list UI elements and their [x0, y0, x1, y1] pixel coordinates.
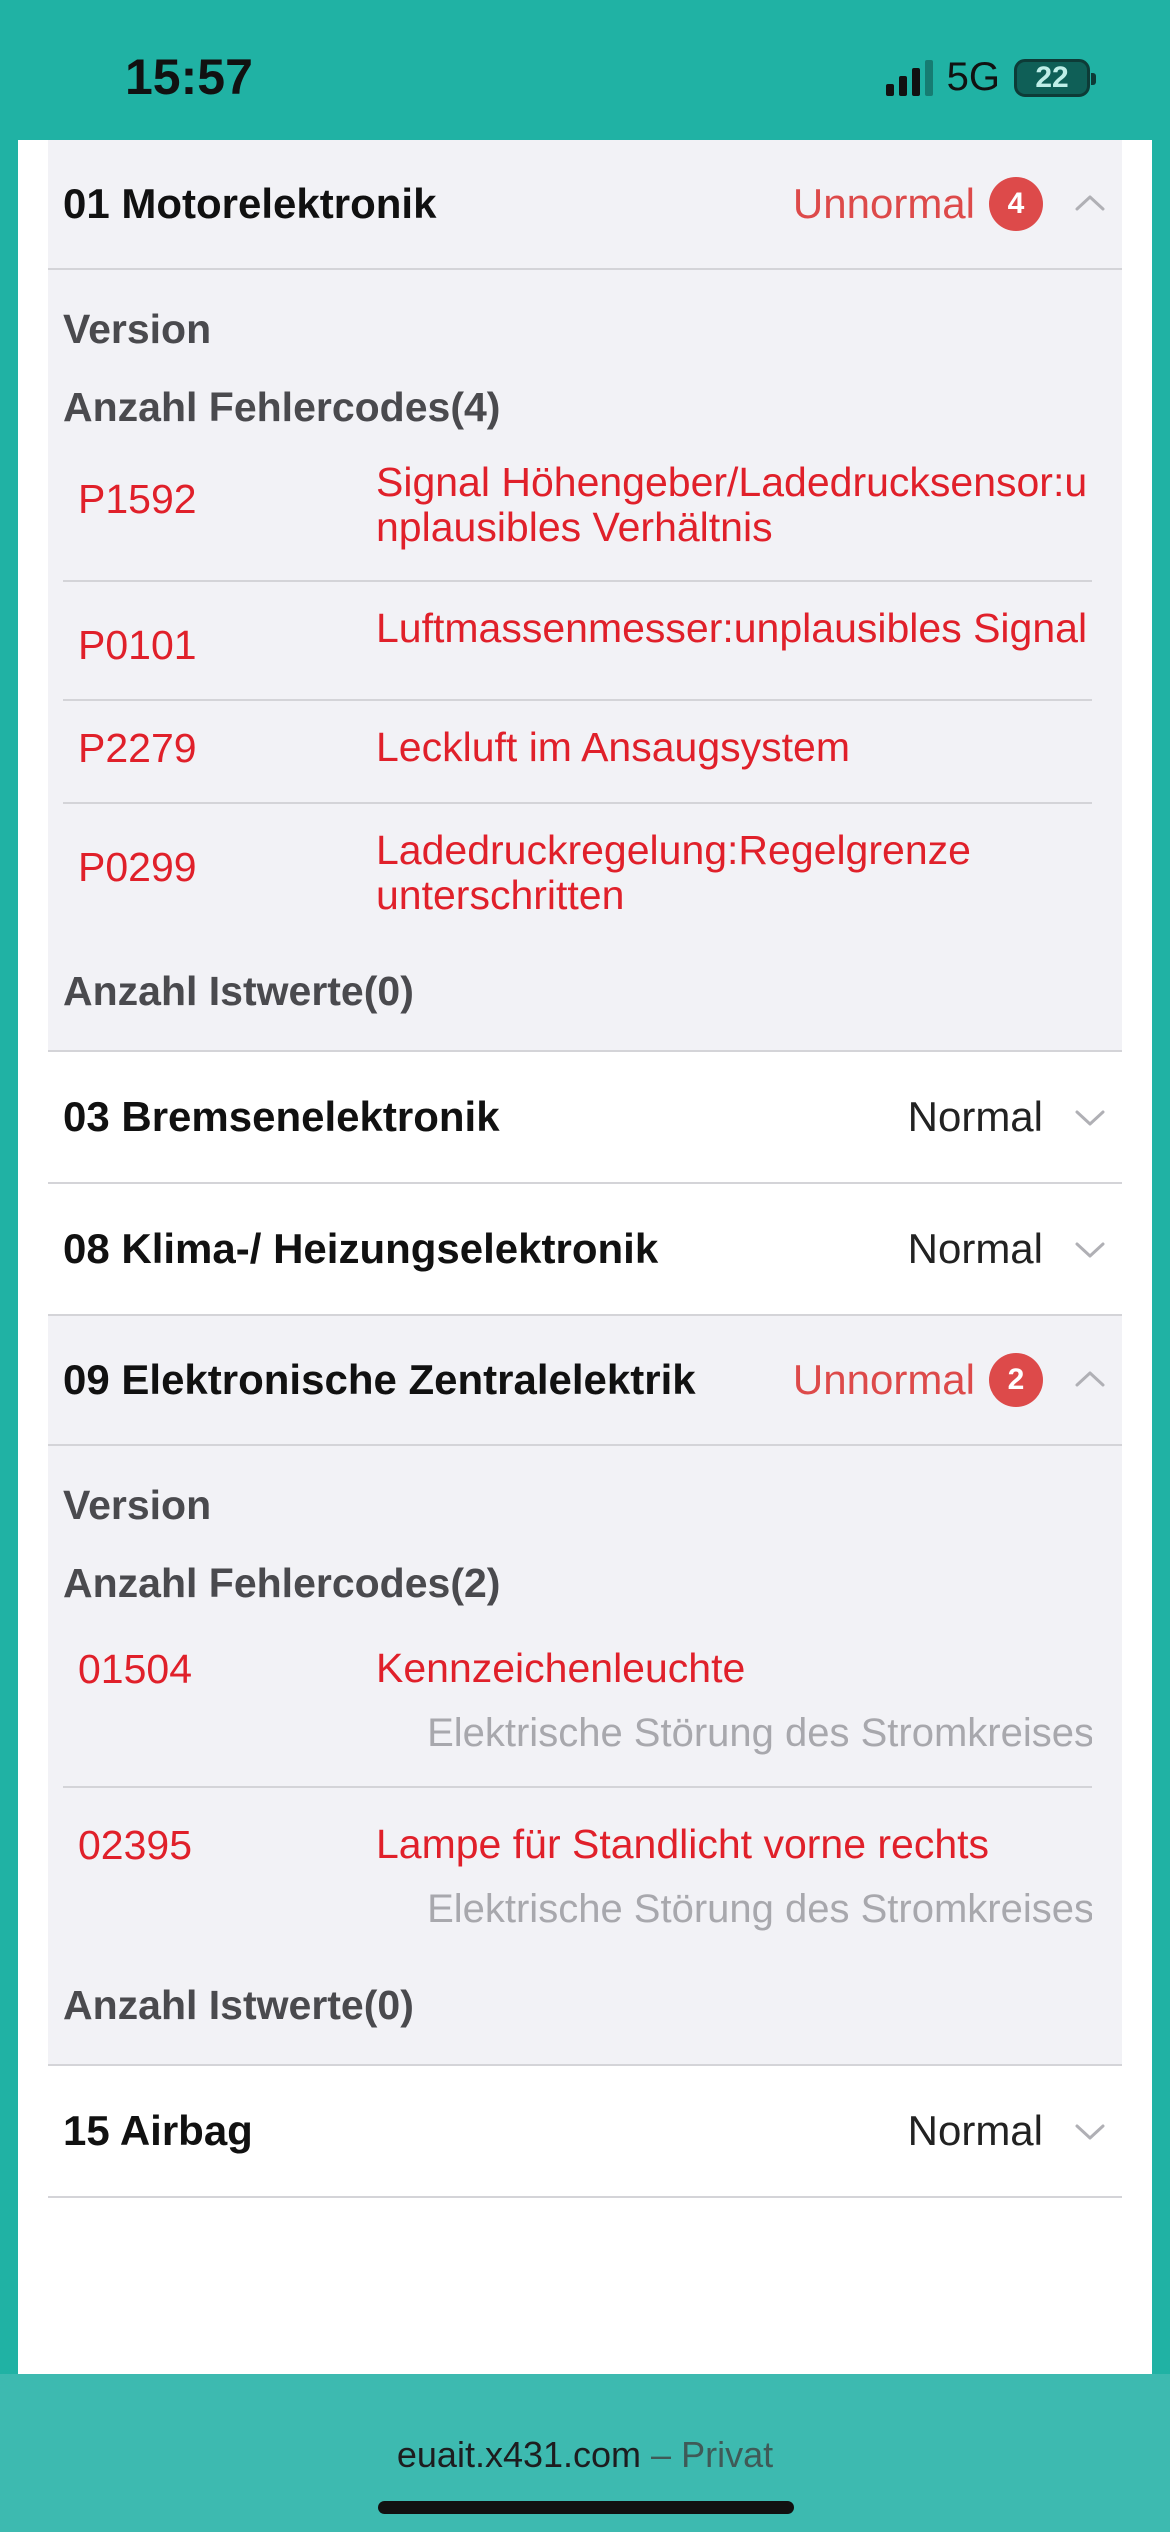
- module-klima-heizungselektronik: 08 Klima-/ Heizungselektronik Normal: [48, 1184, 1122, 1316]
- chevron-up-icon[interactable]: [1073, 1363, 1107, 1397]
- url-display[interactable]: euait.x431.com – Privat: [0, 2434, 1170, 2476]
- fault-code: P2279: [78, 725, 197, 771]
- module-motorelektronik: 01 Motorelektronik Unnormal 4 Version An…: [48, 140, 1122, 1052]
- version-label: Version: [63, 1482, 212, 1528]
- module-status: Normal: [907, 1225, 1043, 1272]
- network-type: 5G: [946, 55, 1000, 99]
- fault-code: P0299: [78, 844, 197, 890]
- url-host: euait.x431.com: [396, 2434, 642, 2475]
- fault-code: P0101: [78, 622, 197, 668]
- battery-level: 22: [1035, 60, 1069, 94]
- module-header[interactable]: 15 Airbag Normal: [48, 2066, 1122, 2196]
- home-indicator[interactable]: [378, 2501, 794, 2514]
- module-bremsenelektronik: 03 Bremsenelektronik Normal: [48, 1052, 1122, 1184]
- module-status: Normal: [907, 1093, 1043, 1140]
- fault-code: 02395: [78, 1822, 193, 1868]
- status-bar: 15:57 5G 22: [0, 0, 1170, 140]
- module-details: Version Anzahl Fehlercodes(2) 01504 Kenn…: [48, 1446, 1122, 2064]
- status-indicators: 5G 22: [885, 55, 1096, 100]
- module-title: 03 Bremsenelektronik: [63, 1093, 500, 1140]
- fault-description: Leckluft im Ansaugsystem: [376, 725, 850, 770]
- fault-subdescription: Elektrische Störung des Stromkreises: [427, 1887, 1092, 1931]
- fault-count-badge: 4: [989, 177, 1043, 231]
- module-details: Version Anzahl Fehlercodes(4) P1592 Sign…: [48, 270, 1122, 1050]
- fault-description: Kennzeichenleuchte: [376, 1645, 746, 1691]
- fault-row[interactable]: P1592 Signal Höhengeber/Ladedrucksensor:…: [63, 436, 1092, 582]
- module-status: Normal: [907, 2107, 1043, 2154]
- fault-code: 01504: [78, 1646, 193, 1692]
- module-header[interactable]: 03 Bremsenelektronik Normal: [48, 1052, 1122, 1182]
- cellular-signal-icon: [885, 59, 933, 96]
- chevron-down-icon[interactable]: [1073, 1232, 1107, 1266]
- module-header[interactable]: 01 Motorelektronik Unnormal 4: [48, 140, 1122, 270]
- fault-description: Lampe für Standlicht vorne rechts: [376, 1821, 990, 1867]
- url-separator: –: [651, 2434, 672, 2475]
- chevron-down-icon[interactable]: [1073, 2114, 1107, 2148]
- private-mode-label: Privat: [681, 2434, 774, 2475]
- battery-icon: 22: [1014, 58, 1096, 97]
- fault-description: Luftmassenmesser:unplausibles Signal: [376, 606, 1088, 651]
- chevron-down-icon[interactable]: [1073, 1100, 1107, 1134]
- fault-row[interactable]: P2279 Leckluft im Ansaugsystem: [63, 701, 1092, 804]
- fault-codes-label: Anzahl Fehlercodes(4): [63, 384, 501, 430]
- fault-code: P1592: [78, 476, 197, 522]
- web-content[interactable]: 01 Motorelektronik Unnormal 4 Version An…: [18, 140, 1152, 2374]
- fault-description: Ladedruckregelung:Regelgrenze unterschri…: [376, 828, 971, 918]
- fault-description: Signal Höhengeber/Ladedrucksensor:unplau…: [376, 460, 1088, 550]
- module-status: Unnormal: [792, 1356, 975, 1403]
- module-title: 15 Airbag: [63, 2107, 253, 2154]
- chevron-up-icon[interactable]: [1073, 187, 1107, 221]
- module-title: 08 Klima-/ Heizungselektronik: [63, 1225, 659, 1272]
- module-header[interactable]: 08 Klima-/ Heizungselektronik Normal: [48, 1184, 1122, 1314]
- fault-row[interactable]: 01504 Kennzeichenleuchte Elektrische Stö…: [63, 1612, 1092, 1788]
- fault-subdescription: Elektrische Störung des Stromkreises: [427, 1711, 1092, 1755]
- actual-values-label: Anzahl Istwerte(0): [63, 968, 414, 1014]
- fault-row[interactable]: P0101 Luftmassenmesser:unplausibles Sign…: [63, 582, 1092, 701]
- module-status: Unnormal: [792, 180, 975, 227]
- module-zentralelektrik: 09 Elektronische Zentralelektrik Unnorma…: [48, 1316, 1122, 2066]
- module-title: 01 Motorelektronik: [63, 180, 437, 227]
- actual-values-label: Anzahl Istwerte(0): [63, 1982, 414, 2028]
- fault-row[interactable]: P0299 Ladedruckregelung:Regelgrenze unte…: [63, 804, 1092, 948]
- module-header[interactable]: 09 Elektronische Zentralelektrik Unnorma…: [48, 1316, 1122, 1446]
- browser-address-bar[interactable]: euait.x431.com – Privat: [0, 2374, 1170, 2532]
- module-title: 09 Elektronische Zentralelektrik: [63, 1356, 696, 1403]
- status-time: 15:57: [125, 49, 253, 105]
- module-airbag: 15 Airbag Normal: [48, 2066, 1122, 2198]
- fault-codes-label: Anzahl Fehlercodes(2): [63, 1560, 501, 1606]
- module-list: 01 Motorelektronik Unnormal 4 Version An…: [48, 140, 1122, 2198]
- fault-count-badge: 2: [989, 1353, 1043, 1407]
- fault-row[interactable]: 02395 Lampe für Standlicht vorne rechts …: [63, 1788, 1092, 1962]
- version-label: Version: [63, 306, 212, 352]
